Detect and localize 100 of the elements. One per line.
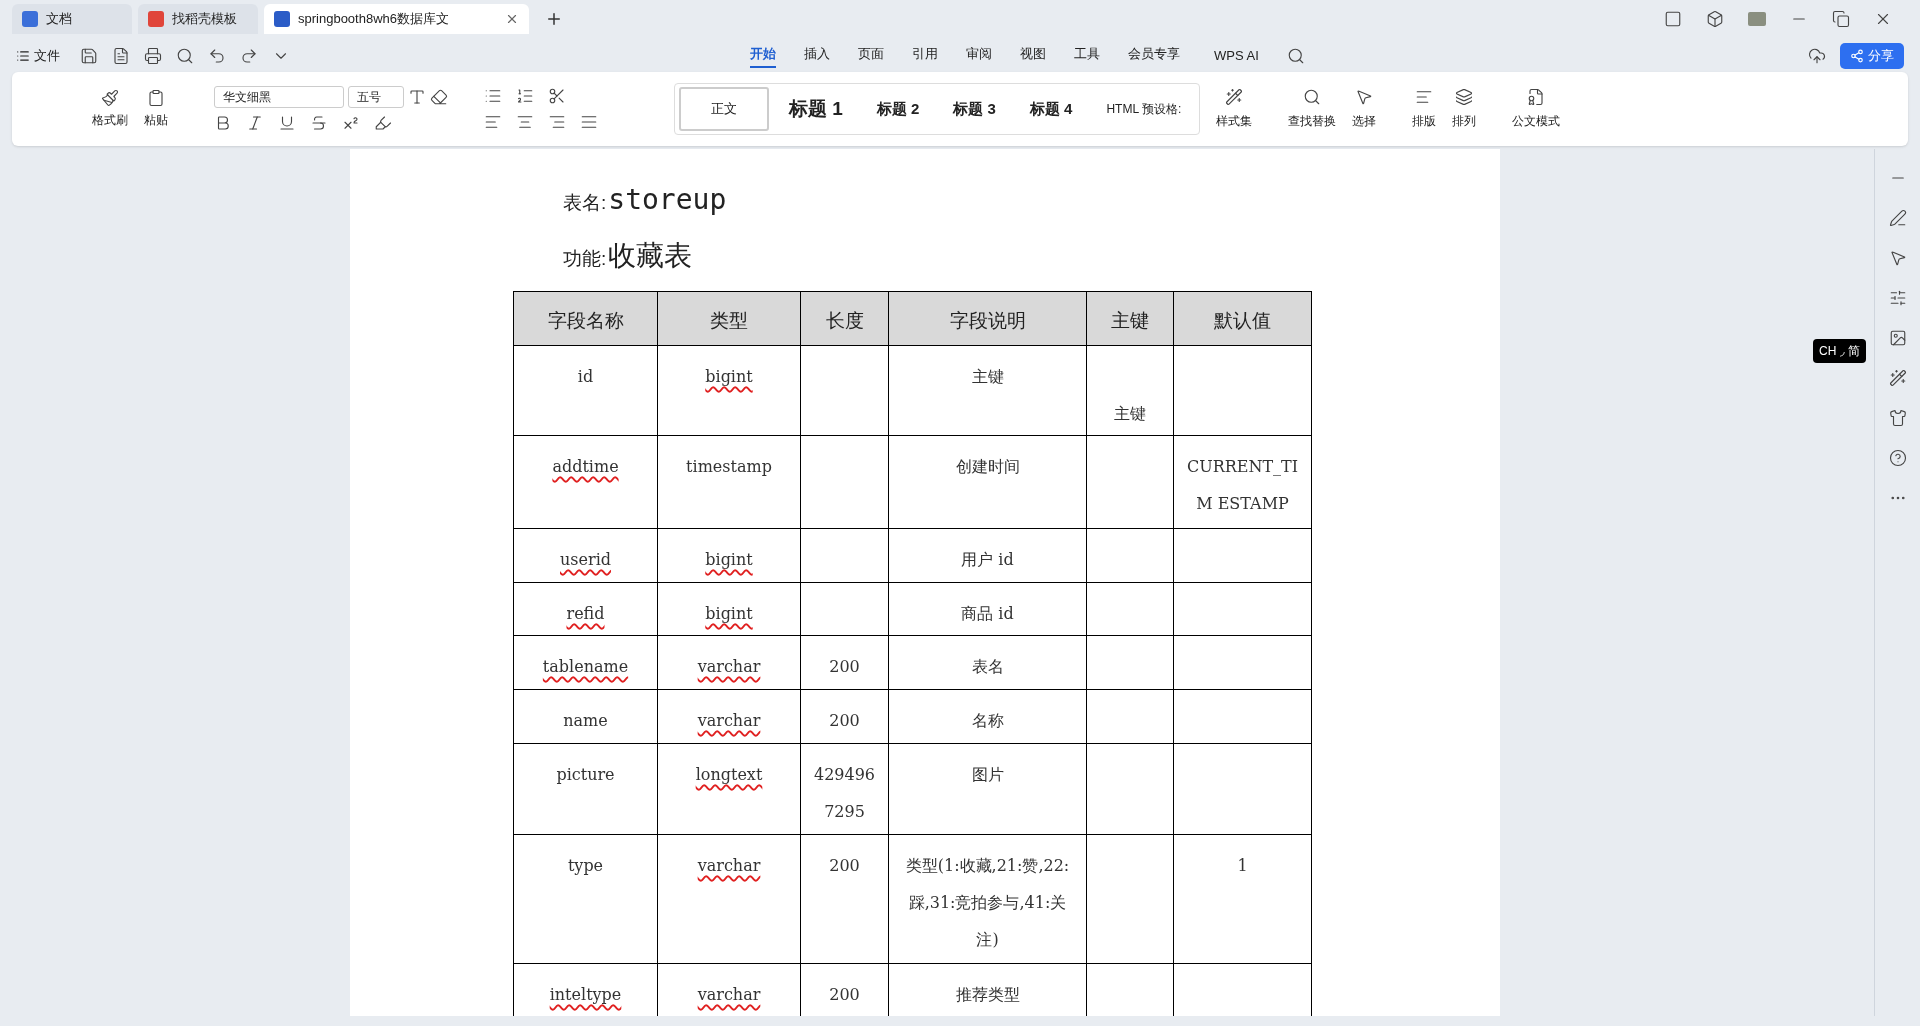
table-cell: type (514, 835, 658, 964)
share-button[interactable]: 分享 (1840, 43, 1904, 69)
ribbon-tab[interactable]: 引用 (912, 44, 938, 68)
tab-title: 找稻壳模板 (172, 10, 237, 29)
ribbon-tab[interactable]: 会员专享 (1128, 44, 1180, 68)
table-cell: varchar (658, 690, 801, 744)
table-name: storeup (608, 182, 727, 218)
table-cell: 表名 (889, 636, 1087, 690)
ribbon-tool[interactable]: 排版 (1412, 112, 1437, 130)
justify-icon[interactable] (580, 113, 598, 131)
superscript-icon[interactable] (342, 114, 360, 132)
document-tab[interactable]: 文档 (12, 4, 132, 34)
table-cell: 4294967295 (801, 744, 889, 835)
ribbon-tab[interactable]: 视图 (1020, 44, 1046, 68)
italic-icon[interactable] (246, 114, 264, 132)
style-preset[interactable]: HTML 预设格: (1092, 90, 1196, 128)
sliders-icon[interactable] (1888, 289, 1907, 307)
ribbon-tab[interactable]: 审阅 (966, 44, 992, 68)
column-header: 默认值 (1174, 292, 1312, 346)
font-select[interactable]: 华文细黑 (214, 86, 344, 108)
function-label: 功能: (563, 247, 607, 271)
ribbon-tab[interactable]: 工具 (1074, 44, 1100, 68)
ribbon-tab[interactable]: 页面 (858, 44, 884, 68)
table-cell: 商品 id (889, 583, 1087, 636)
ribbon-tool[interactable]: 公文模式 (1512, 112, 1561, 130)
ime-indicator[interactable]: CH ◞ 简 (1813, 339, 1866, 363)
table-cell: bigint (658, 529, 801, 583)
wand-icon[interactable] (1888, 369, 1907, 387)
restore-icon[interactable] (1832, 10, 1850, 28)
shirt-icon[interactable] (1888, 409, 1907, 427)
print-icon[interactable] (144, 47, 162, 65)
eraser-icon[interactable] (430, 88, 448, 106)
underline-icon[interactable] (278, 114, 296, 132)
cube-icon[interactable] (1706, 10, 1724, 28)
table-cell: 主键 (889, 346, 1087, 436)
style-preset[interactable]: 标题 4 (1015, 87, 1087, 131)
undo-icon[interactable] (208, 47, 226, 65)
cloud-icon[interactable] (1808, 47, 1826, 65)
table-cell: picture (514, 744, 658, 835)
table-cell: 用户 id (889, 529, 1087, 583)
document-icon[interactable] (112, 47, 130, 65)
help-icon[interactable] (1888, 449, 1907, 467)
tab-title: springbooth8wh6数据库文 (298, 10, 450, 29)
table-cell: 主键 (1087, 346, 1174, 436)
layers-icon[interactable] (1455, 88, 1474, 106)
numbered-list-icon[interactable] (516, 87, 534, 105)
style-preset[interactable]: 标题 1 (775, 84, 857, 134)
ribbon-tool[interactable]: 查找替换 (1288, 112, 1337, 130)
table-cell: 200 (801, 835, 889, 964)
align-center-icon[interactable] (516, 113, 534, 131)
table-cell: addtime (514, 436, 658, 529)
column-header: 主键 (1087, 292, 1174, 346)
ribbon-tool[interactable]: 样式集 (1216, 112, 1253, 130)
search-icon[interactable] (1303, 88, 1322, 106)
image-icon[interactable] (1888, 329, 1907, 347)
cursor-icon[interactable] (1355, 88, 1374, 106)
ribbon-tab[interactable]: 插入 (804, 44, 830, 68)
redo-icon[interactable] (240, 47, 258, 65)
size-select[interactable]: 五号 (348, 86, 404, 108)
document-tab[interactable]: 找稻壳模板 (138, 4, 258, 34)
wps-ai-button[interactable]: WPS AI (1214, 46, 1259, 66)
table-cell: 1 (1174, 835, 1312, 964)
close-icon[interactable] (505, 12, 519, 26)
table-cell: name (514, 690, 658, 744)
align-left-icon[interactable] (484, 113, 502, 131)
highlighter-icon[interactable] (374, 114, 392, 132)
strikethrough-icon[interactable] (310, 114, 328, 132)
style-preset[interactable]: 标题 2 (862, 87, 934, 131)
style-preset[interactable]: 标题 3 (939, 87, 1010, 131)
clipboard-icon[interactable] (147, 89, 165, 107)
cursor-icon[interactable] (1888, 249, 1907, 267)
table-cell: longtext (658, 744, 801, 835)
style-preset[interactable]: 正文 (679, 87, 769, 131)
save-icon[interactable] (80, 47, 98, 65)
ribbon-tool[interactable]: 选择 (1352, 112, 1377, 130)
preview-icon[interactable] (176, 47, 194, 65)
file-menu[interactable]: 文件 (34, 46, 60, 66)
menu-icon[interactable] (16, 49, 30, 63)
paste-label[interactable]: 粘贴 (144, 111, 168, 129)
scissors-icon[interactable] (548, 87, 566, 105)
align-right-icon[interactable] (548, 113, 566, 131)
search-icon[interactable] (1286, 47, 1305, 65)
format-painter-label[interactable]: 格式刷 (92, 111, 128, 129)
brush-icon[interactable] (101, 89, 119, 107)
column-header: 类型 (658, 292, 801, 346)
document-tab[interactable]: springbooth8wh6数据库文 (264, 4, 529, 34)
bullet-list-icon[interactable] (484, 87, 502, 105)
window-icon[interactable] (1664, 10, 1682, 28)
new-tab-icon[interactable] (545, 10, 563, 28)
ribbon-tab[interactable]: 开始 (750, 44, 776, 68)
table-cell: 图片 (889, 744, 1087, 835)
pen-icon[interactable] (1888, 209, 1907, 227)
document-icon[interactable] (1527, 88, 1546, 106)
layout-icon[interactable] (1415, 88, 1434, 106)
ribbon-tool[interactable]: 排列 (1452, 112, 1477, 130)
table-cell: varchar (658, 835, 801, 964)
tab-title: 文档 (46, 10, 72, 29)
style-icon[interactable] (1225, 88, 1244, 106)
table-name-label: 表名: (563, 191, 607, 215)
table-cell: timestamp (658, 436, 801, 529)
